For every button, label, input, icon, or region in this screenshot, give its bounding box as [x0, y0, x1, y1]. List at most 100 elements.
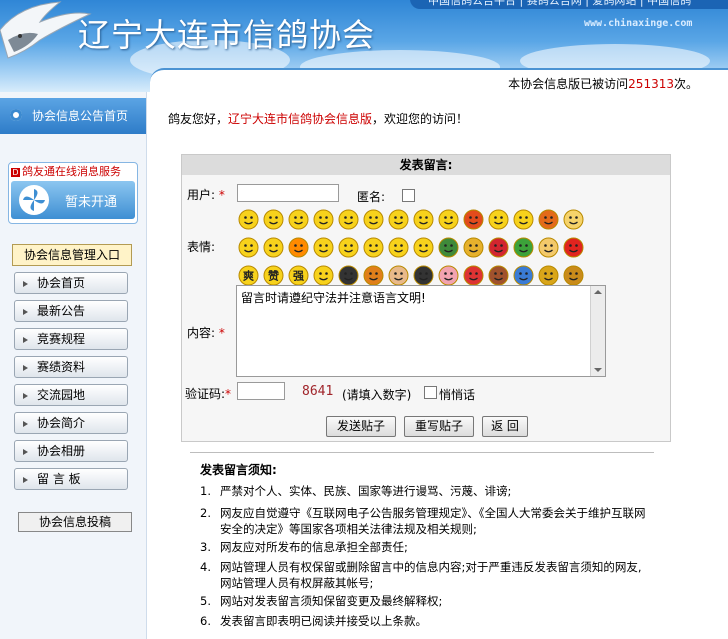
grin-face-icon[interactable]: [488, 209, 509, 230]
yawn-face-icon[interactable]: [238, 237, 259, 258]
fan-icon: [19, 185, 49, 215]
mad-face-icon[interactable]: [538, 209, 559, 230]
visit-counter: 本协会信息版已被访问251313次。: [508, 77, 698, 91]
sleepy-face-icon[interactable]: [413, 237, 434, 258]
greeting-link[interactable]: 辽宁大连市信鸽协会信息版: [228, 112, 372, 126]
laughing-face-icon[interactable]: [313, 209, 334, 230]
sidebar-home-link[interactable]: 协会信息公告首页: [0, 98, 146, 134]
arrow-right-icon: [23, 365, 28, 371]
nav-about[interactable]: 协会简介: [14, 412, 128, 434]
nav-latest-notices[interactable]: 最新公告: [14, 300, 128, 322]
wondering-face-icon[interactable]: [413, 209, 434, 230]
captcha-label: 验证码:*: [185, 387, 232, 401]
bruised-face-icon[interactable]: [388, 237, 409, 258]
devil-face-icon[interactable]: [363, 265, 384, 286]
submit-info-button[interactable]: 协会信息投稿: [18, 512, 132, 532]
user-label: 用户: *: [187, 188, 225, 202]
sidebar: 协会信息公告首页 D 鸽友通在线消息服务 暂未开通 协会信息管理入口 协会首页 最…: [0, 92, 147, 639]
content-text: 留言时请遵纪守法并注意语言文明!: [241, 291, 426, 305]
thumbs-up-icon[interactable]: [238, 209, 259, 230]
smile-face-icon[interactable]: [313, 237, 334, 258]
cake-icon[interactable]: [538, 237, 559, 258]
teeth-face-icon[interactable]: [338, 237, 359, 258]
wink-face-icon[interactable]: [363, 237, 384, 258]
penguin-two-icon[interactable]: [413, 265, 434, 286]
content-label: 内容: *: [187, 326, 225, 340]
pig-face-icon[interactable]: [438, 265, 459, 286]
confused-face-icon[interactable]: [438, 209, 459, 230]
notice-title: 发表留言须知:: [200, 463, 277, 477]
back-button[interactable]: 返 回: [482, 416, 528, 437]
scroll-up-icon: [594, 290, 602, 294]
whisper-checkbox[interactable]: [424, 386, 437, 399]
love-face-icon[interactable]: [288, 209, 309, 230]
arrow-right-icon: [23, 449, 28, 455]
gift-box-icon[interactable]: [513, 265, 534, 286]
nav-race-rules[interactable]: 竞赛规程: [14, 328, 128, 350]
message-service-widget[interactable]: D 鸽友通在线消息服务 暂未开通: [8, 162, 138, 224]
sidebar-home-label: 协会信息公告首页: [32, 109, 129, 123]
turtle-icon[interactable]: [438, 237, 459, 258]
captcha-hint: (请填入数字): [342, 388, 412, 402]
crying-face-icon[interactable]: [513, 209, 534, 230]
watermelon-icon[interactable]: [513, 237, 534, 258]
greeting: 鸽友您好，辽宁大连市信鸽协会信息版，欢迎您的访问！: [168, 112, 469, 126]
pineapple-icon[interactable]: [463, 237, 484, 258]
service-status: 暂未开通: [65, 195, 118, 210]
surprised-face-icon[interactable]: [363, 209, 384, 230]
arrow-right-icon: [23, 477, 28, 483]
strong-badge-icon[interactable]: 强: [288, 265, 309, 286]
nav-album[interactable]: 协会相册: [14, 440, 128, 462]
svg-text:强: 强: [293, 270, 304, 283]
kiss-face-icon[interactable]: [388, 209, 409, 230]
visit-counter-bar: 本协会信息版已被访问251313次。: [150, 68, 728, 92]
arrow-right-icon: [23, 309, 28, 315]
message-service-title: D 鸽友通在线消息服务: [11, 165, 121, 178]
posting-notice: 发表留言须知: 1. 严禁对个人、实体、民族、国家等进行谩骂、污蔑、诽谤; 2. 网…: [190, 452, 654, 628]
watermark-url: www.chinaxinge.com: [584, 18, 693, 29]
captcha-input[interactable]: [237, 382, 285, 400]
top-link-bar[interactable]: 中国信鸽公告平台 | 赛鸽公告网 | 爱鸽网站 | 中国信鸽: [410, 0, 728, 9]
shy-face-icon[interactable]: [263, 209, 284, 230]
trophy-icon[interactable]: [538, 265, 559, 286]
beer-mug-icon[interactable]: [563, 209, 584, 230]
svg-text:赞: 赞: [267, 269, 279, 283]
submit-button[interactable]: 发送贴子: [326, 416, 396, 437]
angry-face-icon[interactable]: [463, 209, 484, 230]
arrow-right-icon: [23, 337, 28, 343]
ribbon-icon[interactable]: [488, 237, 509, 258]
sick-face-icon[interactable]: [263, 237, 284, 258]
pill-icon[interactable]: [463, 265, 484, 286]
site-title: 辽宁大连市信鸽协会: [78, 16, 376, 54]
user-input[interactable]: [237, 184, 339, 202]
form-title: 发表留言:: [182, 155, 670, 175]
cool-face-icon[interactable]: [338, 209, 359, 230]
nav-race-results[interactable]: 赛绩资料: [14, 356, 128, 378]
whisper-label: 悄悄话: [439, 388, 476, 402]
handshake-icon[interactable]: [388, 265, 409, 286]
tomato-icon[interactable]: [563, 237, 584, 258]
visit-count: 251313: [628, 77, 674, 91]
nav-guestbook[interactable]: 留 言 板: [14, 468, 128, 490]
management-entry-button[interactable]: 协会信息管理入口: [12, 244, 132, 266]
arrow-right-icon: [23, 421, 28, 427]
penguin-icon[interactable]: [338, 265, 359, 286]
cool-badge-icon[interactable]: 爽: [238, 265, 259, 286]
reset-button[interactable]: 重写贴子: [404, 416, 474, 437]
nav-association-home[interactable]: 协会首页: [14, 272, 128, 294]
arrow-right-icon: [23, 281, 28, 287]
captcha-code: 8641: [302, 384, 334, 399]
content-textarea[interactable]: 留言时请遵纪守法并注意语言文明!: [236, 285, 606, 377]
money-bag-icon[interactable]: [563, 265, 584, 286]
bullet-icon: [10, 109, 22, 121]
nav-forum[interactable]: 交流园地: [14, 384, 128, 406]
chuckle-face-icon[interactable]: [313, 265, 334, 286]
coffee-cup-icon[interactable]: [488, 265, 509, 286]
svg-text:爽: 爽: [243, 269, 254, 283]
anonymous-checkbox[interactable]: [402, 189, 415, 202]
great-badge-icon[interactable]: 赞: [263, 265, 284, 286]
site-header: 辽宁大连市信鸽协会 中国信鸽公告平台 | 赛鸽公告网 | 爱鸽网站 | 中国信鸽…: [0, 0, 728, 92]
textarea-scrollbar[interactable]: [590, 286, 605, 376]
arrow-right-icon: [23, 393, 28, 399]
fire-face-icon[interactable]: [288, 237, 309, 258]
